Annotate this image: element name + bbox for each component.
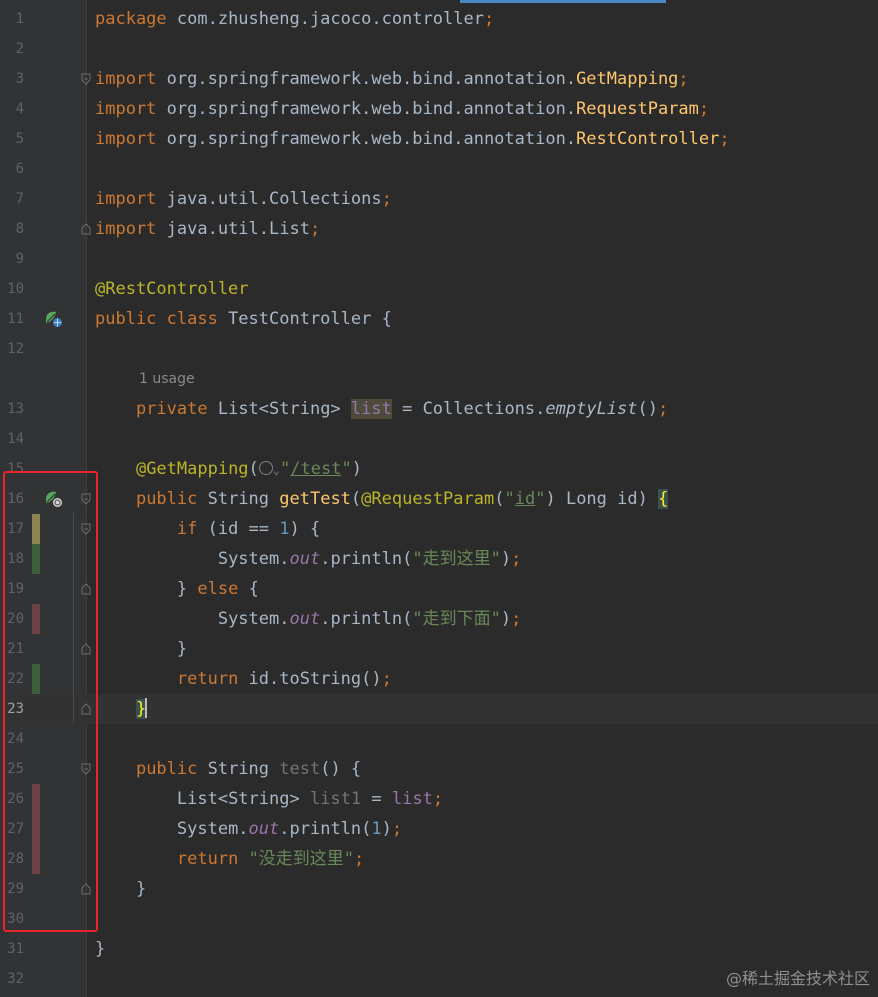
globe-icon[interactable] [258, 461, 273, 475]
usage-hint[interactable]: 1 usage [139, 364, 195, 394]
coverage-highlight-box [3, 471, 98, 932]
code-text[interactable]: } [95, 694, 148, 724]
line-number: 3 [15, 71, 24, 87]
code-line-current: 23 } [0, 694, 878, 724]
usage-hint-line: 1 usage [0, 364, 878, 394]
code-text[interactable]: @RestController [95, 274, 249, 304]
code-text[interactable]: import org.springframework.web.bind.anno… [95, 64, 689, 94]
line-number: 14 [7, 431, 24, 447]
code-line: 16 public String getTest(@RequestParam("… [0, 484, 878, 514]
code-line: 24 [0, 724, 878, 754]
code-line: 2 [0, 34, 878, 64]
line-number: 1 [15, 11, 24, 27]
code-line: 19 } else { [0, 574, 878, 604]
line-number: 11 [7, 311, 24, 327]
code-text[interactable]: } else { [95, 574, 259, 604]
code-line: 17 if (id == 1) { [0, 514, 878, 544]
code-line: 15 @GetMapping(⌄"/test") [0, 454, 878, 484]
code-text[interactable]: @GetMapping(⌄"/test") [95, 454, 362, 484]
line-number: 31 [7, 941, 24, 957]
code-text[interactable]: List<String> list1 = list; [95, 784, 443, 814]
line-number: 2 [15, 41, 24, 57]
code-text[interactable]: } [95, 874, 146, 904]
code-text[interactable]: System.out.println("走到下面"); [95, 604, 521, 634]
code-line: 9 [0, 244, 878, 274]
code-line: 20 System.out.println("走到下面"); [0, 604, 878, 634]
code-line: 5 import org.springframework.web.bind.an… [0, 124, 878, 154]
code-line: 28 return "没走到这里"; [0, 844, 878, 874]
code-text[interactable]: } [95, 934, 105, 964]
code-line: 25 public String test() { [0, 754, 878, 784]
code-line: 30 [0, 904, 878, 934]
line-number: 12 [7, 341, 24, 357]
code-text[interactable]: public String getTest(@RequestParam("id"… [95, 484, 669, 514]
watermark: @稀土掘金技术社区 [725, 969, 870, 988]
code-editor[interactable]: 1 package com.zhusheng.jacoco.controller… [0, 0, 878, 997]
code-text[interactable]: if (id == 1) { [95, 514, 320, 544]
code-line: 11 public class TestController { [0, 304, 878, 334]
code-text[interactable]: import java.util.List; [95, 214, 320, 244]
code-line: 10 @RestController [0, 274, 878, 304]
line-number: 9 [15, 251, 24, 267]
fold-end-icon[interactable] [81, 223, 91, 235]
code-text[interactable]: return id.toString(); [95, 664, 392, 694]
code-line: 29 } [0, 874, 878, 904]
code-line: 12 [0, 334, 878, 364]
fold-start-icon[interactable] [81, 73, 91, 85]
code-text[interactable]: package com.zhusheng.jacoco.controller; [95, 4, 494, 34]
code-text[interactable]: import java.util.Collections; [95, 184, 392, 214]
code-lines: 1 package com.zhusheng.jacoco.controller… [0, 4, 878, 994]
code-line: 3 import org.springframework.web.bind.an… [0, 64, 878, 94]
active-tab-indicator [460, 0, 666, 3]
code-text[interactable]: System.out.println(1); [95, 814, 402, 844]
code-text[interactable]: return "没走到这里"; [95, 844, 364, 874]
code-line: 1 package com.zhusheng.jacoco.controller… [0, 4, 878, 34]
code-text[interactable]: public String test() { [95, 754, 361, 784]
spring-bean-web-icon[interactable] [44, 310, 64, 328]
code-line: 21 } [0, 634, 878, 664]
code-text[interactable]: } [95, 634, 187, 664]
code-line: 13 private List<String> list = Collectio… [0, 394, 878, 424]
line-number: 7 [15, 191, 24, 207]
code-text[interactable]: import org.springframework.web.bind.anno… [95, 94, 709, 124]
chevron-down-icon[interactable]: ⌄ [273, 463, 280, 477]
line-number: 32 [7, 971, 24, 987]
line-number: 8 [15, 221, 24, 237]
code-line: 31 } [0, 934, 878, 964]
code-text[interactable]: public class TestController { [95, 304, 392, 334]
text-caret [145, 698, 148, 718]
code-line: 8 import java.util.List; [0, 214, 878, 244]
line-number: 5 [15, 131, 24, 147]
code-line: 7 import java.util.Collections; [0, 184, 878, 214]
code-line: 26 List<String> list1 = list; [0, 784, 878, 814]
line-number: 4 [15, 101, 24, 117]
line-number: 6 [15, 161, 24, 177]
code-line: 6 [0, 154, 878, 184]
code-text[interactable]: System.out.println("走到这里"); [95, 544, 521, 574]
code-line: 22 return id.toString(); [0, 664, 878, 694]
code-text[interactable]: import org.springframework.web.bind.anno… [95, 124, 730, 154]
code-text[interactable]: private List<String> list = Collections.… [95, 394, 668, 424]
code-line: 27 System.out.println(1); [0, 814, 878, 844]
line-number: 10 [7, 281, 24, 297]
code-line: 14 [0, 424, 878, 454]
code-line: 4 import org.springframework.web.bind.an… [0, 94, 878, 124]
code-line: 18 System.out.println("走到这里"); [0, 544, 878, 574]
line-number: 13 [7, 401, 24, 417]
